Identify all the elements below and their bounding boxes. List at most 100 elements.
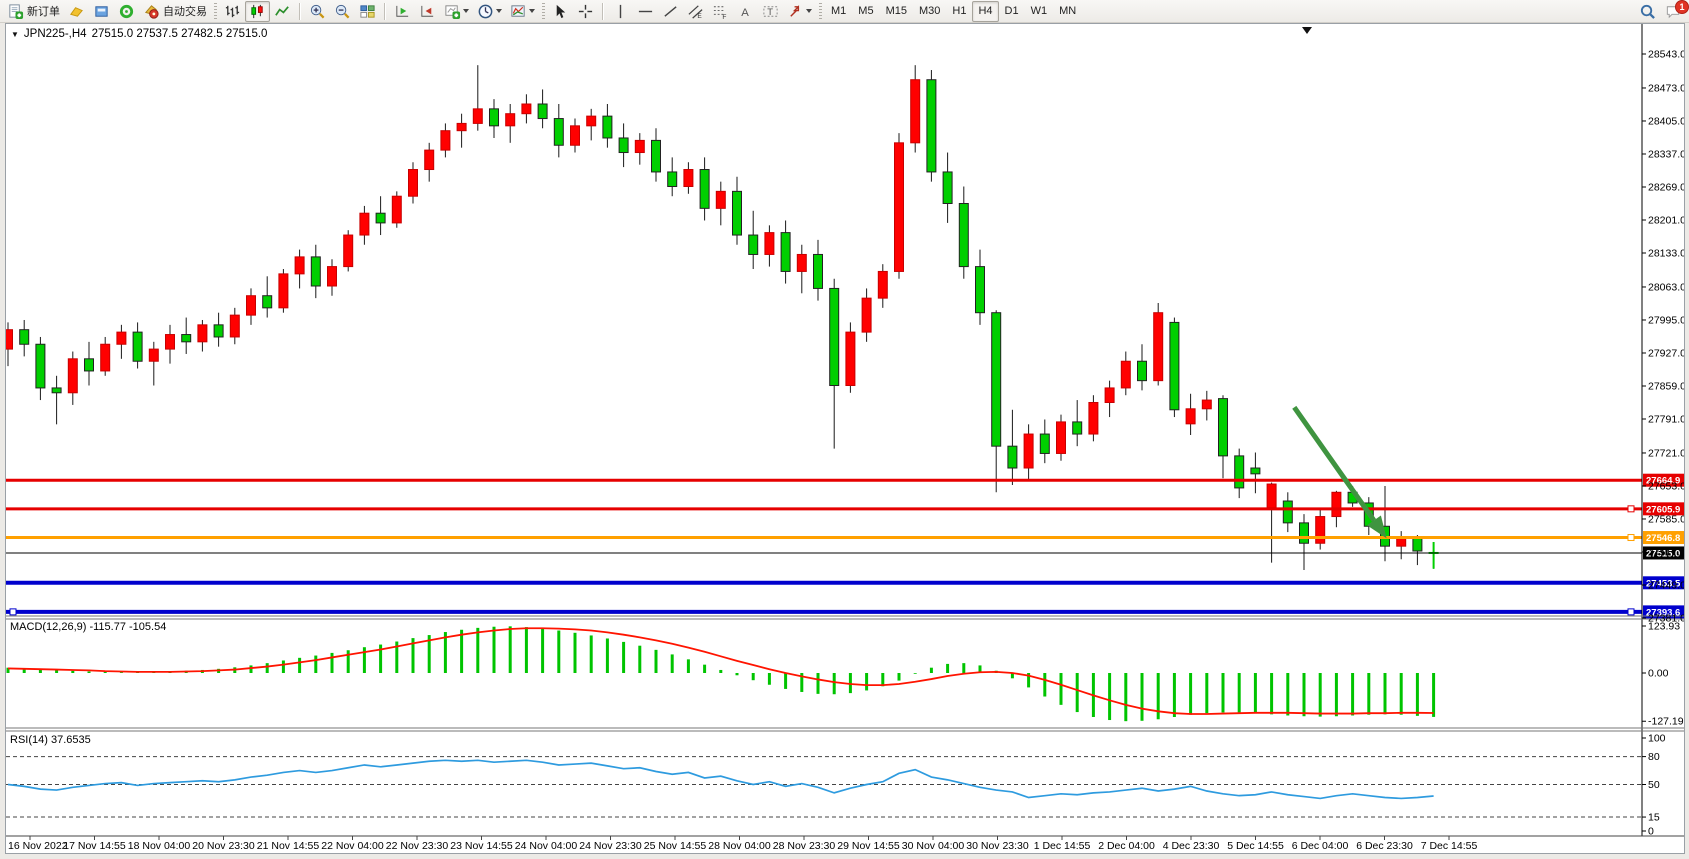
svg-text:1 Dec 14:55: 1 Dec 14:55 bbox=[1034, 840, 1091, 852]
arrows-button[interactable] bbox=[783, 1, 816, 22]
svg-text:28 Nov 23:30: 28 Nov 23:30 bbox=[773, 840, 836, 852]
vertical-line-button[interactable] bbox=[608, 1, 633, 22]
toolbar-grip bbox=[819, 3, 822, 19]
new-chart-button[interactable] bbox=[440, 1, 473, 22]
svg-text:F: F bbox=[722, 14, 726, 20]
svg-text:27585.0: 27585.0 bbox=[1648, 513, 1684, 525]
new-order-label: 新订单 bbox=[27, 3, 60, 19]
svg-text:25 Nov 14:55: 25 Nov 14:55 bbox=[644, 840, 707, 852]
svg-text:28405.0: 28405.0 bbox=[1648, 115, 1684, 127]
svg-text:T: T bbox=[767, 6, 773, 17]
svg-text:22 Nov 23:30: 22 Nov 23:30 bbox=[386, 840, 449, 852]
svg-text:27546.8: 27546.8 bbox=[1646, 533, 1680, 544]
dropdown-caret-icon bbox=[529, 9, 535, 13]
svg-text:50: 50 bbox=[1648, 779, 1660, 791]
svg-text:27927.0: 27927.0 bbox=[1648, 347, 1684, 359]
cursor-icon bbox=[552, 3, 569, 20]
crosshair-icon bbox=[577, 3, 594, 20]
auto-trading-icon bbox=[143, 3, 160, 20]
time-axis[interactable]: 16 Nov 202217 Nov 14:5518 Nov 04:0020 No… bbox=[8, 836, 1477, 852]
zoom-out-button[interactable] bbox=[330, 1, 355, 22]
timeframe-button-m5[interactable]: M5 bbox=[852, 1, 879, 22]
svg-text:28269.0: 28269.0 bbox=[1648, 181, 1684, 193]
search-button[interactable] bbox=[1635, 1, 1660, 22]
arrows-tool-icon bbox=[787, 3, 804, 20]
svg-text:27721.0: 27721.0 bbox=[1648, 447, 1684, 459]
line-chart-button[interactable] bbox=[270, 1, 295, 22]
chart-shift-button[interactable] bbox=[415, 1, 440, 22]
toolbar: 新订单 自动交易 bbox=[0, 0, 1689, 23]
svg-text:28201.0: 28201.0 bbox=[1648, 214, 1684, 226]
hlines-layer: 27664.927605.927546.827515.027453.527393… bbox=[6, 474, 1684, 619]
timeframe-button-h1[interactable]: H1 bbox=[946, 1, 972, 22]
panel-splitter-macd[interactable] bbox=[6, 614, 1684, 619]
clock-icon bbox=[477, 3, 494, 20]
crosshair-button[interactable] bbox=[573, 1, 598, 22]
chart-shift-icon bbox=[419, 3, 436, 20]
terminal-button[interactable] bbox=[89, 1, 114, 22]
equidistant-channel-button[interactable]: E bbox=[683, 1, 708, 22]
svg-text:27859.0: 27859.0 bbox=[1648, 380, 1684, 392]
templates-button[interactable] bbox=[506, 1, 539, 22]
svg-text:28133.0: 28133.0 bbox=[1648, 248, 1684, 260]
fibonacci-icon: F bbox=[712, 3, 729, 20]
candlestick-chart-button[interactable] bbox=[245, 1, 270, 22]
svg-text:2 Dec 04:00: 2 Dec 04:00 bbox=[1098, 840, 1155, 852]
new-order-icon bbox=[7, 3, 24, 20]
tile-windows-button[interactable] bbox=[355, 1, 380, 22]
zoom-in-button[interactable] bbox=[305, 1, 330, 22]
svg-text:4 Dec 23:30: 4 Dec 23:30 bbox=[1163, 840, 1220, 852]
svg-text:28337.0: 28337.0 bbox=[1648, 148, 1684, 160]
auto-scroll-button[interactable] bbox=[390, 1, 415, 22]
panel-splitter-rsi[interactable] bbox=[6, 726, 1684, 731]
svg-text:20 Nov 23:30: 20 Nov 23:30 bbox=[192, 840, 255, 852]
chart-shift-marker bbox=[1302, 27, 1312, 34]
timeframe-button-m15[interactable]: M15 bbox=[880, 1, 913, 22]
timeframe-button-w1[interactable]: W1 bbox=[1025, 1, 1054, 22]
svg-text:5 Dec 14:55: 5 Dec 14:55 bbox=[1227, 840, 1284, 852]
tile-windows-icon bbox=[359, 3, 376, 20]
timeframe-button-m1[interactable]: M1 bbox=[825, 1, 852, 22]
new-chart-icon bbox=[444, 3, 461, 20]
svg-text:15: 15 bbox=[1648, 812, 1660, 824]
terminal-icon bbox=[93, 3, 110, 20]
svg-text:123.93: 123.93 bbox=[1648, 620, 1680, 632]
fibonacci-button[interactable]: F bbox=[708, 1, 733, 22]
timeframe-button-d1[interactable]: D1 bbox=[999, 1, 1025, 22]
svg-text:28473.0: 28473.0 bbox=[1648, 82, 1684, 94]
trendline-button[interactable] bbox=[658, 1, 683, 22]
macd-panel: 123.930.00-127.19 bbox=[8, 620, 1684, 727]
dropdown-caret-icon bbox=[496, 9, 502, 13]
channel-icon: E bbox=[687, 3, 704, 20]
svg-text:27995.0: 27995.0 bbox=[1648, 314, 1684, 326]
svg-text:27449.0: 27449.0 bbox=[1648, 579, 1684, 591]
svg-text:30 Nov 04:00: 30 Nov 04:00 bbox=[902, 840, 965, 852]
strategy-tester-button[interactable] bbox=[114, 1, 139, 22]
auto-scroll-icon bbox=[394, 3, 411, 20]
cursor-button[interactable] bbox=[548, 1, 573, 22]
text-label-button[interactable]: T bbox=[758, 1, 783, 22]
new-order-button[interactable]: 新订单 bbox=[3, 1, 64, 22]
periods-button[interactable] bbox=[473, 1, 506, 22]
trendline-icon bbox=[662, 3, 679, 20]
text-button[interactable]: A bbox=[733, 1, 758, 22]
zoom-in-icon bbox=[309, 3, 326, 20]
candlestick-chart-icon bbox=[249, 3, 266, 20]
chat-button[interactable]: 1 bbox=[1660, 1, 1686, 22]
dropdown-caret-icon bbox=[463, 9, 469, 13]
toolbar-separator bbox=[384, 3, 386, 20]
bar-chart-button[interactable] bbox=[220, 1, 245, 22]
toolbar-grip bbox=[214, 3, 217, 19]
svg-text:100: 100 bbox=[1648, 733, 1666, 745]
horizontal-line-button[interactable] bbox=[633, 1, 658, 22]
svg-text:27653.0: 27653.0 bbox=[1648, 480, 1684, 492]
timeframe-group: M1M5M15M30H1H4D1W1MN bbox=[825, 1, 1082, 22]
svg-text:22 Nov 04:00: 22 Nov 04:00 bbox=[321, 840, 384, 852]
auto-trading-button[interactable]: 自动交易 bbox=[139, 1, 211, 22]
profiles-button[interactable] bbox=[64, 1, 89, 22]
timeframe-button-h4[interactable]: H4 bbox=[972, 1, 998, 22]
toolbar-separator bbox=[299, 3, 301, 20]
svg-text:28543.0: 28543.0 bbox=[1648, 49, 1684, 61]
timeframe-button-mn[interactable]: MN bbox=[1053, 1, 1082, 22]
timeframe-button-m30[interactable]: M30 bbox=[913, 1, 946, 22]
